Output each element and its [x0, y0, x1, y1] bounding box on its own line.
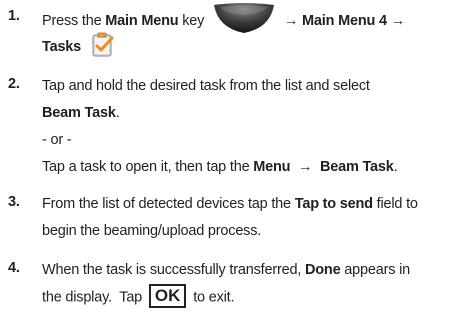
step-number: 4. — [8, 260, 20, 276]
step-1-line-2: Tasks — [42, 32, 115, 58]
or-separator: - or - — [42, 132, 72, 148]
step-2-line-1: Tap and hold the desired task from the l… — [42, 78, 370, 94]
tasks-label: Tasks — [42, 38, 82, 55]
beam-task-label: Beam Task — [42, 105, 116, 121]
ok-button: OK — [148, 284, 187, 308]
step-number: 3. — [8, 194, 20, 210]
menu-label: Menu — [253, 159, 291, 175]
step-2-line-4: Tap a task to open it, then tap the Menu… — [42, 159, 398, 175]
step-number: 1. — [8, 8, 20, 24]
step-3-line-1: From the list of detected devices tap th… — [42, 196, 418, 212]
done-label: Done — [304, 262, 341, 278]
tap-to-send-label: Tap to send — [294, 196, 373, 212]
main-menu-key-label: Main Menu — [105, 12, 179, 29]
tasks-clipboard-icon — [91, 32, 115, 58]
step-4-line-1: When the task is successfully transferre… — [42, 262, 410, 278]
step-3-line-2: begin the beaming/upload process. — [42, 223, 262, 239]
step-number: 2. — [8, 76, 20, 92]
step-4-line-2: the display. Tap OK to exit. — [42, 284, 235, 308]
menu-key-icon — [212, 2, 276, 34]
beam-task-label-2: Beam Task — [319, 159, 394, 175]
step-2-line-2: Beam Task. — [42, 105, 120, 121]
step-1-line-1: Press the Main Menu key → Main Menu 4 → — [42, 3, 405, 34]
main-menu-4-label: Main Menu 4 — [302, 12, 387, 29]
